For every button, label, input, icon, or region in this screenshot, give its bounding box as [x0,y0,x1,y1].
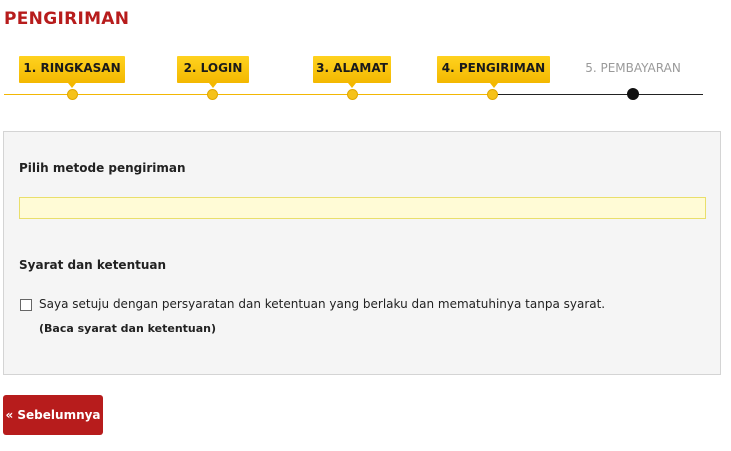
terms-heading: Syarat dan ketentuan [19,258,167,272]
step-dot-ringkasan [67,89,78,100]
step-ringkasan[interactable]: 1. RINGKASAN [19,56,125,88]
step-alamat[interactable]: 3. ALAMAT [313,56,391,88]
shipping-method-field[interactable] [19,197,706,219]
terms-agree-label[interactable]: Saya setuju dengan persyaratan dan keten… [39,297,605,311]
checkout-progress: 1. RINGKASAN 2. LOGIN 3. ALAMAT 4. PENGI… [0,56,731,106]
progress-line-remaining [494,94,703,95]
step-login[interactable]: 2. LOGIN [177,56,249,88]
step-dot-pengiriman [487,89,498,100]
step-pengiriman: 4. PENGIRIMAN [437,56,550,88]
shipping-panel: Pilih metode pengiriman Syarat dan keten… [3,131,721,375]
previous-button[interactable]: « Sebelumnya [3,395,103,435]
read-terms-link[interactable]: (Baca syarat dan ketentuan) [39,322,216,335]
step-dot-pembayaran [627,88,639,100]
terms-checkbox[interactable] [20,299,32,311]
step-dot-alamat [347,89,358,100]
step-dot-login [207,89,218,100]
shipping-method-heading: Pilih metode pengiriman [19,161,186,175]
step-pembayaran: 5. PEMBAYARAN [585,61,681,75]
page-title: PENGIRIMAN [4,9,130,29]
